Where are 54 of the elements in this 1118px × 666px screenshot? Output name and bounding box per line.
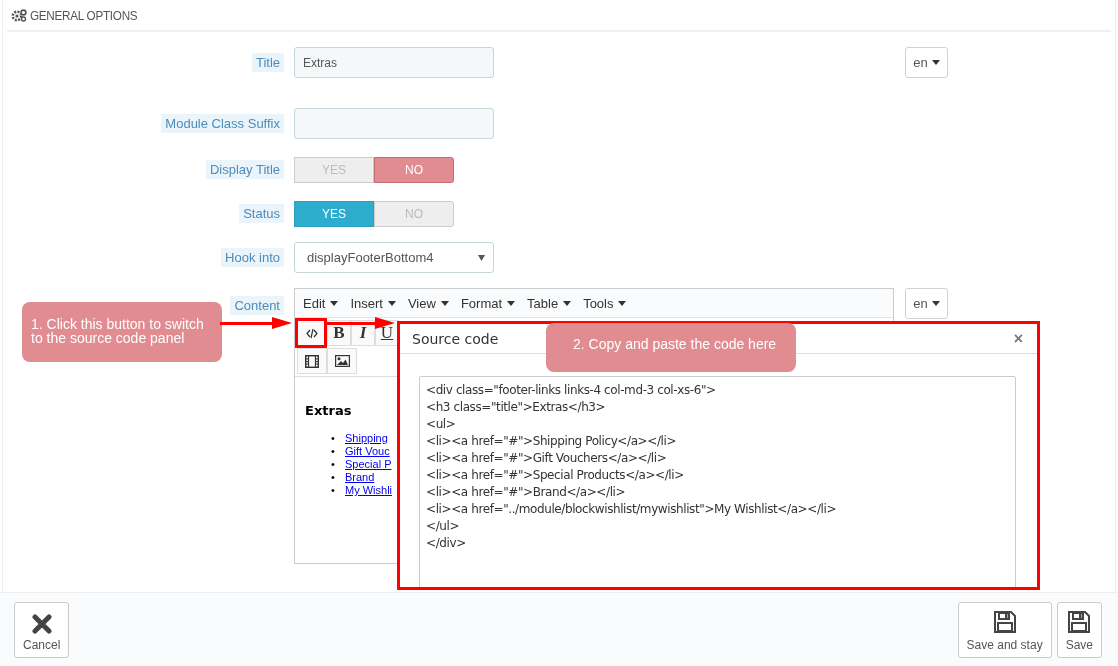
caret-icon	[931, 60, 940, 65]
field-label: Display Title	[205, 160, 284, 179]
field-label: Module Class Suffix	[161, 114, 284, 133]
caret-icon	[330, 300, 339, 306]
menu-item[interactable]: View	[401, 291, 455, 315]
video-button[interactable]	[297, 348, 327, 374]
code-icon	[306, 327, 318, 339]
content-link[interactable]: My Wishli	[345, 484, 393, 497]
cancel-button[interactable]: Cancel	[14, 601, 70, 658]
caret-icon	[440, 300, 449, 306]
menu-item[interactable]: Edit	[297, 291, 345, 315]
film-icon	[305, 354, 319, 368]
caret-icon	[507, 300, 516, 306]
caret-icon	[931, 301, 940, 306]
text-field[interactable]: Extras	[294, 47, 494, 78]
menu-item[interactable]: Tools	[577, 291, 633, 315]
field-label: Status	[239, 204, 284, 223]
dropdown-arrow-icon	[478, 254, 485, 261]
save-button[interactable]: Save and stay	[957, 601, 1052, 658]
highlight-frame	[295, 318, 327, 348]
menu-item[interactable]: Format	[454, 291, 522, 315]
section-title: GENERAL OPTIONS	[30, 7, 138, 23]
content-link[interactable]: Gift Vouc	[345, 445, 390, 458]
callout-note: 1. Click this button to switch to the source code panel	[22, 302, 222, 362]
menu-item[interactable]: Table	[521, 291, 578, 315]
image-icon	[334, 355, 350, 367]
bullet-mark: •	[331, 484, 336, 497]
content-link[interactable]: Shipping	[345, 432, 388, 445]
content-link[interactable]: Special P	[345, 458, 392, 471]
content-link[interactable]: Brand	[345, 471, 375, 484]
language-button[interactable]: en	[905, 288, 948, 319]
callout-note: 2. Copy and paste the code here	[546, 323, 796, 372]
bullet-mark: •	[331, 445, 336, 458]
bullet-mark: •	[331, 471, 336, 484]
hook-select[interactable]: displayFooterBottom4	[294, 242, 494, 273]
menu-item[interactable]: Insert	[344, 291, 402, 315]
field-label: Title	[251, 53, 284, 72]
close-icon	[31, 613, 52, 634]
save-button[interactable]: Save	[1056, 601, 1102, 658]
language-button[interactable]: en	[905, 47, 948, 78]
field-label: Content	[230, 296, 284, 315]
bullet-mark: •	[331, 432, 336, 445]
field-label: Hook into	[221, 248, 284, 267]
gears-icon	[11, 8, 27, 22]
close-button[interactable]: ×	[1013, 329, 1023, 348]
caret-icon	[387, 300, 396, 306]
text-field[interactable]	[294, 108, 494, 139]
pointer-arrow	[220, 316, 292, 330]
content-heading: Extras	[305, 403, 352, 418]
image-button[interactable]	[327, 348, 357, 374]
bullet-mark: •	[331, 458, 336, 471]
caret-icon	[563, 300, 572, 306]
caret-icon	[618, 300, 627, 306]
dialog-title: Source code	[412, 330, 499, 347]
